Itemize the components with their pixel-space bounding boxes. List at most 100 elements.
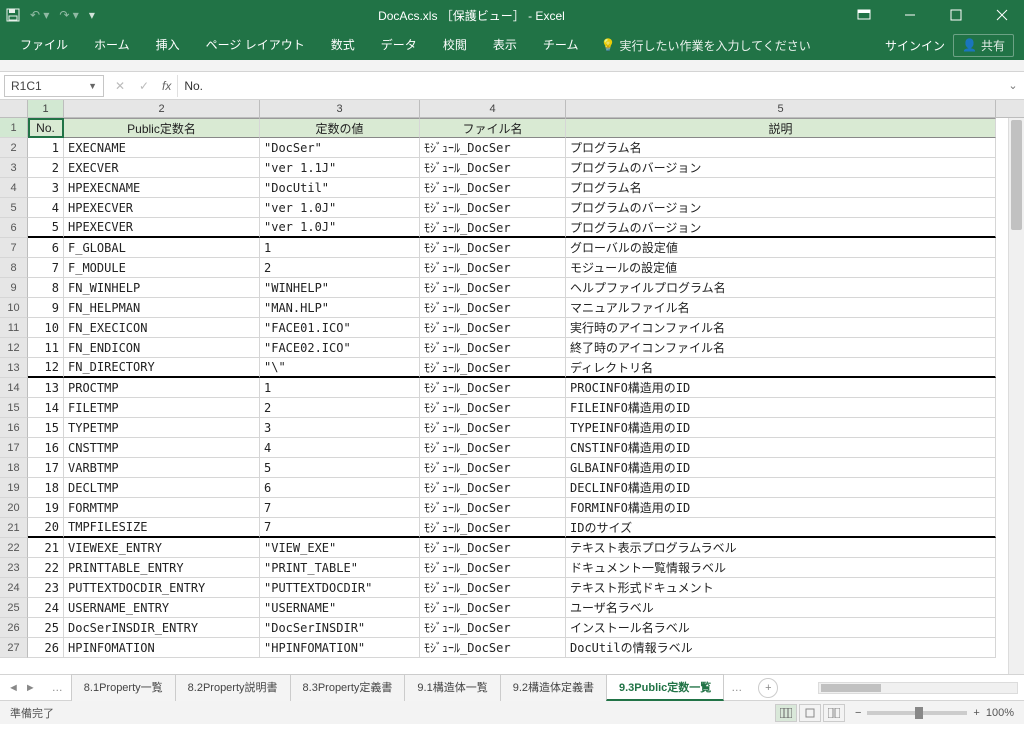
column-header[interactable]: 5 xyxy=(566,100,996,117)
cell[interactable]: FILEINFO構造用のID xyxy=(566,398,996,418)
nav-prev-icon[interactable]: ◄ xyxy=(8,682,19,694)
cell[interactable]: FN_DIRECTORY xyxy=(64,358,260,378)
cell[interactable]: HPINFOMATION xyxy=(64,638,260,658)
cell[interactable]: ﾓｼﾞｭｰﾙ_DocSer xyxy=(420,358,566,378)
cell[interactable]: 6 xyxy=(260,478,420,498)
scrollbar-thumb[interactable] xyxy=(821,684,881,692)
cell[interactable]: FORMTMP xyxy=(64,498,260,518)
cell[interactable]: FN_WINHELP xyxy=(64,278,260,298)
cell[interactable]: "ver 1.1J" xyxy=(260,158,420,178)
cell[interactable]: EXECVER xyxy=(64,158,260,178)
cell[interactable]: ﾓｼﾞｭｰﾙ_DocSer xyxy=(420,158,566,178)
row-header[interactable]: 12 xyxy=(0,338,28,358)
cell[interactable]: ﾓｼﾞｭｰﾙ_DocSer xyxy=(420,598,566,618)
tell-me[interactable]: 💡 実行したい作業を入力してください xyxy=(600,37,810,54)
select-all-corner[interactable] xyxy=(0,100,28,117)
cell[interactable]: ディレクトリ名 xyxy=(566,358,996,378)
page-break-view-button[interactable] xyxy=(823,704,845,722)
name-box[interactable]: R1C1 ▼ xyxy=(4,75,104,97)
cell[interactable]: 3 xyxy=(28,178,64,198)
row-header[interactable]: 20 xyxy=(0,498,28,518)
cell[interactable]: "\" xyxy=(260,358,420,378)
cancel-icon[interactable]: ✕ xyxy=(108,79,132,93)
zoom-value[interactable]: 100% xyxy=(986,707,1014,719)
cell[interactable]: 14 xyxy=(28,398,64,418)
sheet-more-left[interactable]: … xyxy=(44,682,71,694)
cell[interactable]: "MAN.HLP" xyxy=(260,298,420,318)
nav-next-icon[interactable]: ► xyxy=(25,682,36,694)
sheet-tab[interactable]: 8.1Property一覧 xyxy=(71,674,176,701)
cell[interactable]: HPEXECNAME xyxy=(64,178,260,198)
cell[interactable]: IDのサイズ xyxy=(566,518,996,538)
cell[interactable]: ﾓｼﾞｭｰﾙ_DocSer xyxy=(420,398,566,418)
cell[interactable]: 15 xyxy=(28,418,64,438)
ribbon-display-icon[interactable] xyxy=(842,0,886,30)
horizontal-scrollbar[interactable] xyxy=(818,682,1018,694)
row-header[interactable]: 2 xyxy=(0,138,28,158)
cell[interactable]: ﾓｼﾞｭｰﾙ_DocSer xyxy=(420,638,566,658)
column-header[interactable]: 2 xyxy=(64,100,260,117)
sheet-tab[interactable]: 8.2Property説明書 xyxy=(175,674,291,701)
cell[interactable]: "HPINFOMATION" xyxy=(260,638,420,658)
enter-icon[interactable]: ✓ xyxy=(132,79,156,93)
column-header[interactable]: 4 xyxy=(420,100,566,117)
qat-customize-icon[interactable]: ▾ xyxy=(89,8,95,22)
cell[interactable]: ﾓｼﾞｭｰﾙ_DocSer xyxy=(420,278,566,298)
row-header[interactable]: 24 xyxy=(0,578,28,598)
cell[interactable]: CNSTTMP xyxy=(64,438,260,458)
cell[interactable]: ﾓｼﾞｭｰﾙ_DocSer xyxy=(420,338,566,358)
cell[interactable]: 18 xyxy=(28,478,64,498)
add-sheet-button[interactable]: + xyxy=(758,678,778,698)
cell[interactable]: VARBTMP xyxy=(64,458,260,478)
cell[interactable]: 4 xyxy=(28,198,64,218)
cell[interactable]: DocUtilの情報ラベル xyxy=(566,638,996,658)
cell[interactable]: VIEWEXE_ENTRY xyxy=(64,538,260,558)
sheet-nav[interactable]: ◄► xyxy=(0,682,44,694)
cell[interactable]: ﾓｼﾞｭｰﾙ_DocSer xyxy=(420,498,566,518)
ribbon-tab[interactable]: ページ レイアウト xyxy=(196,30,315,60)
cell[interactable]: "FACE02.ICO" xyxy=(260,338,420,358)
cell[interactable]: モジュールの設定値 xyxy=(566,258,996,278)
cell[interactable]: DocSerINSDIR_ENTRY xyxy=(64,618,260,638)
normal-view-button[interactable] xyxy=(775,704,797,722)
cell[interactable]: ﾓｼﾞｭｰﾙ_DocSer xyxy=(420,178,566,198)
signin-link[interactable]: サインイン xyxy=(885,37,945,54)
row-header[interactable]: 15 xyxy=(0,398,28,418)
cell[interactable]: 6 xyxy=(28,238,64,258)
cell[interactable]: PROCTMP xyxy=(64,378,260,398)
cell[interactable]: TYPETMP xyxy=(64,418,260,438)
cell[interactable]: グローバルの設定値 xyxy=(566,238,996,258)
expand-formula-icon[interactable]: ⌄ xyxy=(1002,79,1024,92)
cell[interactable]: "USERNAME" xyxy=(260,598,420,618)
row-header[interactable]: 8 xyxy=(0,258,28,278)
cell[interactable]: ﾓｼﾞｭｰﾙ_DocSer xyxy=(420,258,566,278)
cell[interactable]: 終了時のアイコンファイル名 xyxy=(566,338,996,358)
row-header[interactable]: 5 xyxy=(0,198,28,218)
cell[interactable]: "WINHELP" xyxy=(260,278,420,298)
cell[interactable]: 4 xyxy=(260,438,420,458)
minimize-icon[interactable] xyxy=(888,0,932,30)
cell[interactable]: HPEXECVER xyxy=(64,218,260,238)
row-header[interactable]: 21 xyxy=(0,518,28,538)
column-header[interactable]: 1 xyxy=(28,100,64,117)
cell[interactable]: 16 xyxy=(28,438,64,458)
cell[interactable]: ﾓｼﾞｭｰﾙ_DocSer xyxy=(420,538,566,558)
row-header[interactable]: 22 xyxy=(0,538,28,558)
share-button[interactable]: 👤 共有 xyxy=(953,34,1014,57)
cell[interactable]: 2 xyxy=(260,258,420,278)
cell[interactable]: プログラム名 xyxy=(566,178,996,198)
ribbon-tab[interactable]: 表示 xyxy=(483,30,527,60)
cell[interactable]: 13 xyxy=(28,378,64,398)
cell[interactable]: 7 xyxy=(260,518,420,538)
ribbon-tab[interactable]: 校閲 xyxy=(433,30,477,60)
ribbon-tab[interactable]: ホーム xyxy=(84,30,140,60)
cell[interactable]: プログラム名 xyxy=(566,138,996,158)
ribbon-tab[interactable]: 挿入 xyxy=(146,30,190,60)
cell[interactable]: ヘルプファイルプログラム名 xyxy=(566,278,996,298)
cell[interactable]: ﾓｼﾞｭｰﾙ_DocSer xyxy=(420,618,566,638)
cell[interactable]: 1 xyxy=(260,238,420,258)
formula-input[interactable]: No. xyxy=(177,75,1002,97)
row-header[interactable]: 27 xyxy=(0,638,28,658)
cell[interactable]: F_GLOBAL xyxy=(64,238,260,258)
cell[interactable]: ﾓｼﾞｭｰﾙ_DocSer xyxy=(420,298,566,318)
